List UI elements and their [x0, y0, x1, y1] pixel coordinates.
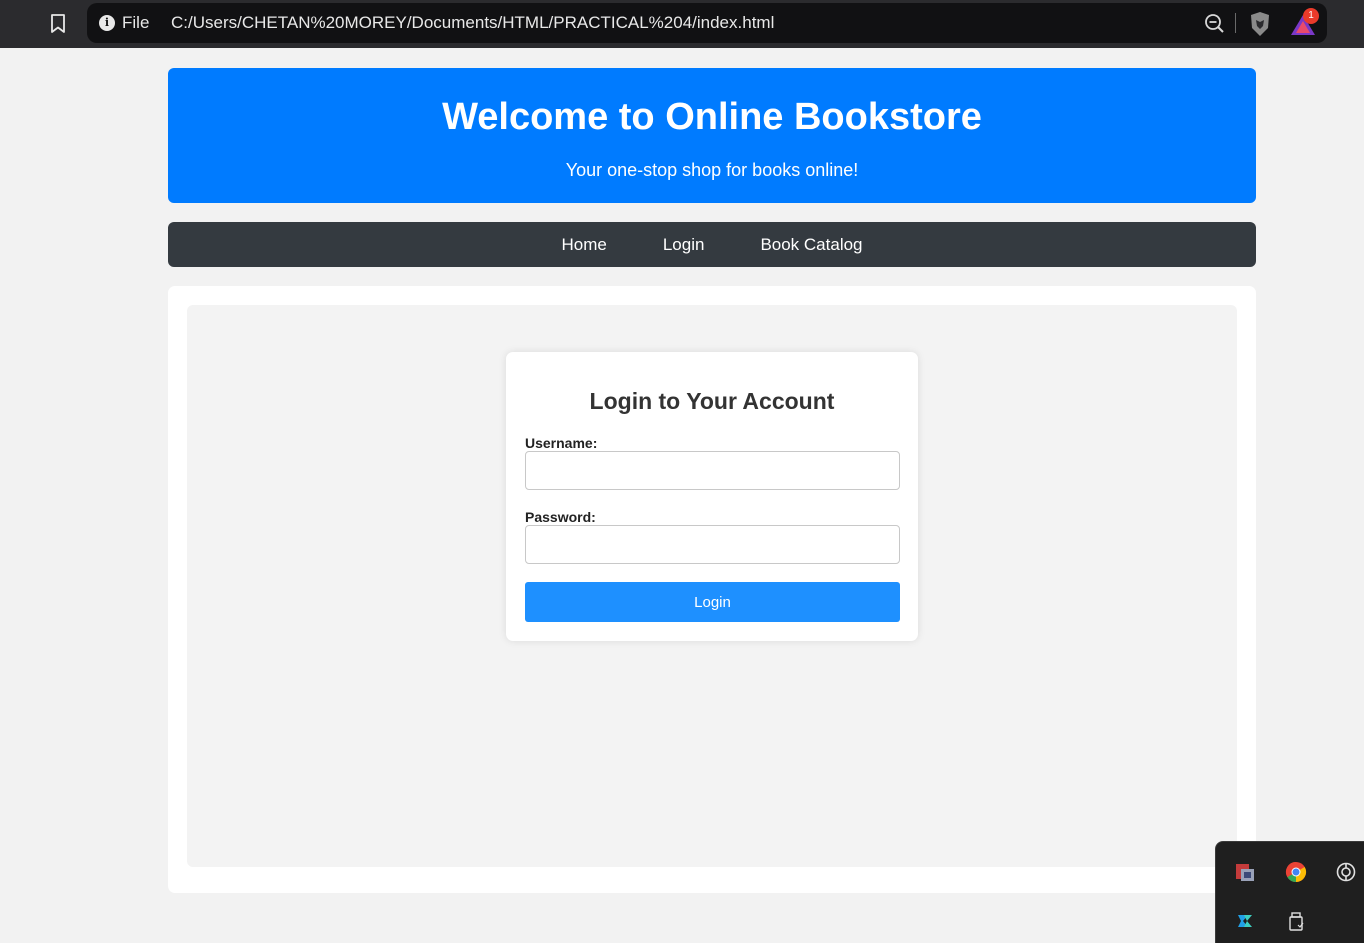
nav-home-link[interactable]: Home	[561, 235, 606, 255]
page-subtitle: Your one-stop shop for books online!	[565, 160, 859, 180]
chatgpt-icon[interactable]	[1334, 860, 1358, 884]
login-button[interactable]: Login	[525, 582, 900, 622]
file-scheme-label[interactable]: File	[122, 13, 149, 33]
content-frame: Login to Your Account Username: Password…	[187, 305, 1237, 867]
browser-toolbar: i File C:/Users/CHETAN%20MOREY/Documents…	[0, 0, 1364, 48]
url-text[interactable]: C:/Users/CHETAN%20MOREY/Documents/HTML/P…	[171, 13, 774, 33]
nav-book-catalog-link[interactable]: Book Catalog	[760, 235, 862, 255]
info-icon[interactable]: i	[99, 15, 115, 31]
edge-dev-icon[interactable]	[1233, 909, 1257, 933]
password-input[interactable]	[525, 525, 900, 564]
site-header: Welcome to Online Bookstore Your one-sto…	[168, 68, 1256, 203]
password-label: Password:	[525, 509, 596, 525]
app-icon[interactable]	[1233, 860, 1257, 884]
brave-shield-icon[interactable]	[1248, 11, 1272, 37]
username-input[interactable]	[525, 451, 900, 490]
tray-overflow-flyout	[1215, 841, 1364, 943]
main-nav: Home Login Book Catalog	[168, 222, 1256, 267]
login-title: Login to Your Account	[589, 388, 835, 414]
bookmark-icon[interactable]	[44, 10, 72, 38]
login-form: Login to Your Account Username: Password…	[506, 352, 918, 641]
usb-drive-icon[interactable]	[1284, 909, 1308, 933]
nav-login-link[interactable]: Login	[663, 235, 705, 255]
page-title: Welcome to Online Bookstore	[442, 96, 982, 138]
zoom-out-icon[interactable]	[1204, 13, 1226, 35]
toolbar-divider	[1235, 13, 1236, 33]
address-bar[interactable]: i File C:/Users/CHETAN%20MOREY/Documents…	[87, 3, 1327, 43]
rewards-badge: 1	[1303, 8, 1319, 24]
content-card: Login to Your Account Username: Password…	[168, 286, 1256, 893]
username-label: Username:	[525, 435, 598, 451]
chrome-icon[interactable]	[1284, 860, 1308, 884]
